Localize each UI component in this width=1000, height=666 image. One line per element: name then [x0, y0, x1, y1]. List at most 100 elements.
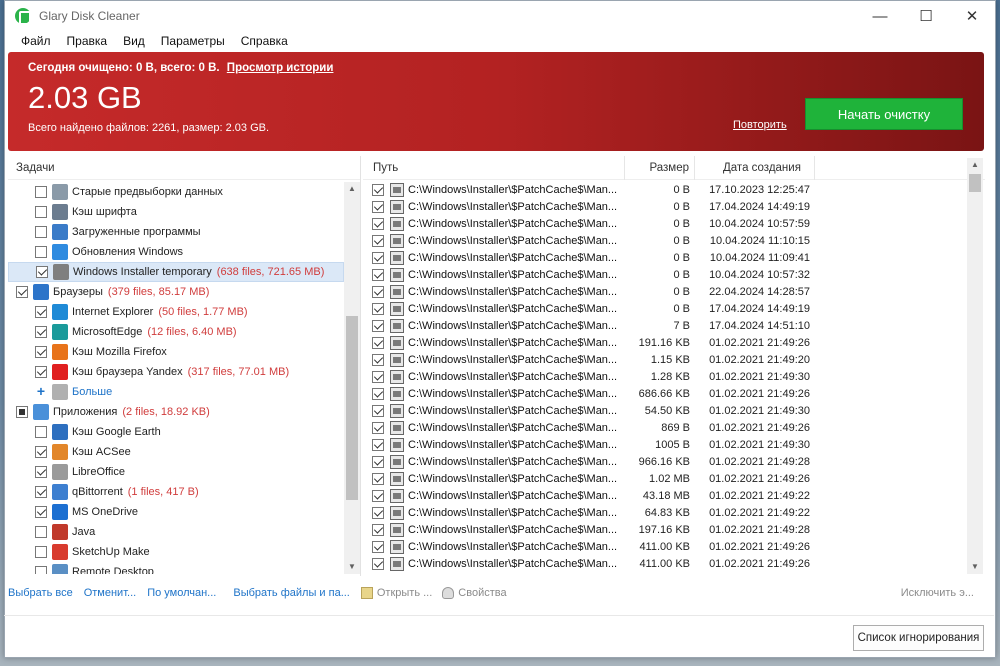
- file-row[interactable]: C:\Windows\Installer\$PatchCache$\Man...…: [363, 334, 967, 351]
- task-checkbox[interactable]: [35, 326, 47, 338]
- file-row[interactable]: C:\Windows\Installer\$PatchCache$\Man...…: [363, 198, 967, 215]
- file-row[interactable]: C:\Windows\Installer\$PatchCache$\Man...…: [363, 521, 967, 538]
- task-checkbox[interactable]: [35, 186, 47, 198]
- task-checkbox[interactable]: [35, 486, 47, 498]
- menu-view[interactable]: Вид: [115, 34, 153, 48]
- file-row[interactable]: C:\Windows\Installer\$PatchCache$\Man...…: [363, 181, 967, 198]
- task-item[interactable]: Кэш Google Earth: [8, 422, 344, 442]
- task-item[interactable]: qBittorrent (1 files, 417 B): [8, 482, 344, 502]
- files-scrollbar[interactable]: ▲ ▼: [967, 158, 983, 574]
- task-item[interactable]: MicrosoftEdge (12 files, 6.40 MB): [8, 322, 344, 342]
- file-checkbox[interactable]: [372, 438, 384, 451]
- file-row[interactable]: C:\Windows\Installer\$PatchCache$\Man...…: [363, 232, 967, 249]
- file-row[interactable]: C:\Windows\Installer\$PatchCache$\Man...…: [363, 215, 967, 232]
- exclude-link[interactable]: Исключить э...: [901, 587, 974, 599]
- file-checkbox[interactable]: [372, 268, 384, 281]
- file-row[interactable]: C:\Windows\Installer\$PatchCache$\Man...…: [363, 470, 967, 487]
- file-checkbox[interactable]: [372, 234, 384, 247]
- menu-edit[interactable]: Правка: [59, 34, 116, 48]
- minimize-button[interactable]: —: [857, 1, 903, 31]
- maximize-button[interactable]: ☐: [903, 1, 949, 31]
- file-row[interactable]: C:\Windows\Installer\$PatchCache$\Man...…: [363, 538, 967, 555]
- scroll-up-arrow-icon[interactable]: ▲: [344, 182, 360, 196]
- task-checkbox[interactable]: [35, 346, 47, 358]
- scroll-down-arrow-icon[interactable]: ▼: [344, 560, 360, 574]
- menu-help[interactable]: Справка: [233, 34, 296, 48]
- file-checkbox[interactable]: [372, 387, 384, 400]
- task-item[interactable]: MS OneDrive: [8, 502, 344, 522]
- file-checkbox[interactable]: [372, 370, 384, 383]
- select-all-link[interactable]: Выбрать все: [8, 587, 73, 599]
- file-row[interactable]: C:\Windows\Installer\$PatchCache$\Man...…: [363, 351, 967, 368]
- task-item[interactable]: Обновления Windows: [8, 242, 344, 262]
- file-row[interactable]: C:\Windows\Installer\$PatchCache$\Man...…: [363, 368, 967, 385]
- task-item[interactable]: SketchUp Make: [8, 542, 344, 562]
- task-checkbox[interactable]: [35, 226, 47, 238]
- task-item[interactable]: Windows Installer temporary (638 files, 7…: [8, 262, 344, 282]
- file-row[interactable]: C:\Windows\Installer\$PatchCache$\Man...…: [363, 555, 967, 572]
- menu-settings[interactable]: Параметры: [153, 34, 233, 48]
- task-item[interactable]: Кэш ACSee: [8, 442, 344, 462]
- file-row[interactable]: C:\Windows\Installer\$PatchCache$\Man...…: [363, 266, 967, 283]
- ignore-list-button[interactable]: Список игнорирования: [853, 625, 984, 651]
- task-checkbox[interactable]: [35, 546, 47, 558]
- column-date[interactable]: Дата создания: [695, 155, 815, 180]
- task-item[interactable]: Кэш браузера Yandex (317 files, 77.01 MB): [8, 362, 344, 382]
- file-checkbox[interactable]: [372, 523, 384, 536]
- close-button[interactable]: ✕: [949, 1, 995, 31]
- task-item[interactable]: Старые предвыборки данных: [8, 182, 344, 202]
- file-row[interactable]: C:\Windows\Installer\$PatchCache$\Man...: [363, 572, 967, 574]
- file-row[interactable]: C:\Windows\Installer\$PatchCache$\Man...…: [363, 249, 967, 266]
- task-checkbox[interactable]: [35, 206, 47, 218]
- properties-action[interactable]: Свойства: [442, 587, 507, 599]
- file-row[interactable]: C:\Windows\Installer\$PatchCache$\Man...…: [363, 402, 967, 419]
- file-checkbox[interactable]: [372, 472, 384, 485]
- task-item[interactable]: Кэш шрифта: [8, 202, 344, 222]
- file-checkbox[interactable]: [372, 285, 384, 298]
- file-row[interactable]: C:\Windows\Installer\$PatchCache$\Man...…: [363, 300, 967, 317]
- default-link[interactable]: По умолчан...: [147, 587, 216, 599]
- repeat-link[interactable]: Повторить: [733, 119, 787, 131]
- menu-file[interactable]: Файл: [13, 34, 59, 48]
- task-item[interactable]: Браузеры (379 files, 85.17 MB): [8, 282, 344, 302]
- file-checkbox[interactable]: [372, 183, 384, 196]
- file-row[interactable]: C:\Windows\Installer\$PatchCache$\Man...…: [363, 385, 967, 402]
- scroll-up-arrow-icon[interactable]: ▲: [967, 158, 983, 172]
- file-checkbox[interactable]: [372, 251, 384, 264]
- task-checkbox[interactable]: [16, 406, 28, 418]
- column-path[interactable]: Путь: [363, 155, 625, 180]
- task-checkbox[interactable]: [35, 426, 47, 438]
- task-checkbox[interactable]: [35, 366, 47, 378]
- file-row[interactable]: C:\Windows\Installer\$PatchCache$\Man...…: [363, 453, 967, 470]
- task-item[interactable]: Кэш Mozilla Firefox: [8, 342, 344, 362]
- file-row[interactable]: C:\Windows\Installer\$PatchCache$\Man...…: [363, 317, 967, 334]
- task-checkbox[interactable]: [35, 246, 47, 258]
- task-checkbox[interactable]: [35, 466, 47, 478]
- file-checkbox[interactable]: [372, 200, 384, 213]
- task-item[interactable]: LibreOffice: [8, 462, 344, 482]
- task-checkbox[interactable]: [36, 266, 48, 278]
- file-row[interactable]: C:\Windows\Installer\$PatchCache$\Man...…: [363, 487, 967, 504]
- file-row[interactable]: C:\Windows\Installer\$PatchCache$\Man...…: [363, 504, 967, 521]
- file-row[interactable]: C:\Windows\Installer\$PatchCache$\Man...…: [363, 419, 967, 436]
- task-item[interactable]: Приложения (2 files, 18.92 KB): [8, 402, 344, 422]
- file-checkbox[interactable]: [372, 336, 384, 349]
- open-action[interactable]: Открыть ...: [360, 587, 432, 599]
- task-item[interactable]: Java: [8, 522, 344, 542]
- file-checkbox[interactable]: [372, 421, 384, 434]
- task-item[interactable]: + Больше: [8, 382, 344, 402]
- task-checkbox[interactable]: [35, 526, 47, 538]
- history-link[interactable]: Просмотр истории: [227, 62, 334, 74]
- task-item[interactable]: Remote Desktop: [8, 562, 344, 574]
- file-checkbox[interactable]: [372, 319, 384, 332]
- task-checkbox[interactable]: [35, 306, 47, 318]
- task-checkbox[interactable]: [35, 506, 47, 518]
- task-checkbox[interactable]: [16, 286, 28, 298]
- file-row[interactable]: C:\Windows\Installer\$PatchCache$\Man...…: [363, 283, 967, 300]
- select-files-link[interactable]: Выбрать файлы и па...: [233, 587, 350, 599]
- task-item[interactable]: Internet Explorer (50 files, 1.77 MB): [8, 302, 344, 322]
- tasks-scroll-thumb[interactable]: [346, 316, 358, 500]
- task-checkbox[interactable]: [35, 566, 47, 574]
- file-checkbox[interactable]: [372, 353, 384, 366]
- file-checkbox[interactable]: [372, 302, 384, 315]
